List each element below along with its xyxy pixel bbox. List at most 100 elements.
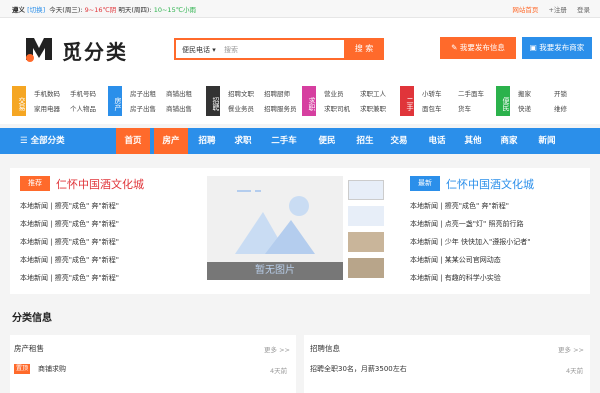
more-link-left[interactable]: 更多 >> bbox=[264, 344, 290, 354]
category-tag[interactable]: 房产 bbox=[108, 86, 122, 116]
tomorrow-temp: 10~15℃小雨 bbox=[153, 6, 197, 14]
category-tag[interactable]: 招聘 bbox=[206, 86, 220, 116]
publish-info-button[interactable]: ✎ 我要发布信息 bbox=[440, 37, 516, 59]
logo-text[interactable]: 觅分类 bbox=[62, 36, 128, 65]
image-slider[interactable]: 暂无图片 bbox=[207, 176, 343, 280]
category-link[interactable]: 营业员 bbox=[324, 88, 344, 98]
slider-thumb-2[interactable] bbox=[348, 206, 384, 226]
nav-item[interactable]: 房产 bbox=[154, 128, 188, 154]
category-link[interactable]: 求职兼职 bbox=[360, 103, 386, 113]
latest-news-item[interactable]: 本地新闻 | 某某公司官网动态 bbox=[410, 255, 501, 265]
category-group: 交易 手机数码 手机号码 家用电器 个人物品 bbox=[12, 86, 108, 116]
search-input[interactable]: 搜索 bbox=[224, 45, 238, 55]
nav-item[interactable]: 其他 bbox=[456, 128, 490, 154]
recommend-news-item[interactable]: 本地新闻 | 擦亮"成色" 奔"新程" bbox=[20, 273, 119, 283]
nav-item[interactable]: 首页 bbox=[116, 128, 150, 154]
latest-badge: 最新 bbox=[410, 176, 440, 191]
category-group: 招聘 招聘文职 招聘厨师 餐业务员 招聘服务员 bbox=[206, 86, 302, 116]
nav-item[interactable]: 求职 bbox=[226, 128, 260, 154]
category-link[interactable]: 货车 bbox=[458, 103, 471, 113]
category-link[interactable]: 求职工人 bbox=[360, 88, 386, 98]
recommend-news-item[interactable]: 本地新闻 | 擦亮"成色" 奔"新程" bbox=[20, 201, 119, 211]
category-link[interactable]: 面包车 bbox=[422, 103, 442, 113]
category-group: 房产 房子出租 商铺出租 房子出售 商铺出售 bbox=[108, 86, 204, 116]
slider-thumb-4[interactable] bbox=[348, 258, 384, 278]
city-name: 遵义 bbox=[12, 6, 25, 14]
latest-news-item[interactable]: 本地新闻 | 有趣的科学小实验 bbox=[410, 273, 501, 283]
category-link[interactable]: 房子出租 bbox=[130, 88, 156, 98]
list-title-right[interactable]: 招聘信息 bbox=[310, 343, 340, 354]
top-links: 网站首页 +注册 登录 bbox=[504, 4, 590, 14]
nav-item[interactable]: 招聘 bbox=[190, 128, 224, 154]
search-button[interactable]: 搜 索 bbox=[344, 38, 384, 60]
nav-item[interactable]: 电话 bbox=[420, 128, 454, 154]
nav-item[interactable]: 新闻 bbox=[530, 128, 564, 154]
category-link[interactable]: 招聘服务员 bbox=[264, 103, 297, 113]
latest-title[interactable]: 仁怀中国酒文化城 bbox=[446, 176, 534, 192]
category-link[interactable]: 求职司机 bbox=[324, 103, 350, 113]
nav-item[interactable]: 二手车 bbox=[264, 128, 304, 154]
nav-item[interactable]: 招生 bbox=[348, 128, 382, 154]
category-link[interactable]: 手机号码 bbox=[70, 88, 96, 98]
list-time-left: 4天前 bbox=[270, 367, 288, 375]
publish-merchant-button[interactable]: ▣ 我要发布商家 bbox=[522, 37, 592, 59]
category-link[interactable]: 二手面车 bbox=[458, 88, 484, 98]
latest-news-item[interactable]: 本地新闻 | 擦亮"成色" 奔"新程" bbox=[410, 201, 509, 211]
category-link[interactable]: 维修 bbox=[554, 103, 567, 113]
register-link[interactable]: +注册 bbox=[548, 6, 566, 14]
latest-news-item[interactable]: 本地新闻 | 点亮一盏"灯" 照亮前行路 bbox=[410, 219, 523, 229]
category-link[interactable]: 商铺出租 bbox=[166, 88, 192, 98]
category-link[interactable]: 快递 bbox=[518, 103, 531, 113]
category-group: 求职 营业员 求职工人 求职司机 求职兼职 bbox=[302, 86, 398, 116]
list-item-right[interactable]: 招聘全职30名，月薪3500左右 bbox=[310, 364, 407, 374]
more-link-right[interactable]: 更多 >> bbox=[558, 344, 584, 354]
top-badge: 置顶 bbox=[14, 364, 30, 374]
nav-item[interactable]: 商家 bbox=[492, 128, 526, 154]
category-tag[interactable]: 求职 bbox=[302, 86, 316, 116]
category-tag[interactable]: 便民 bbox=[496, 86, 510, 116]
category-group: 二手 小轿车 二手面车面包车 货车 bbox=[400, 86, 496, 116]
list-title-left[interactable]: 房产租售 bbox=[14, 343, 44, 354]
category-link[interactable]: 手机数码 bbox=[34, 88, 60, 98]
category-link[interactable]: 房子出售 bbox=[130, 103, 156, 113]
recommend-news-item[interactable]: 本地新闻 | 擦亮"成色" 奔"新程" bbox=[20, 255, 119, 265]
category-link[interactable]: 招聘文职 bbox=[228, 88, 254, 98]
logo-icon[interactable] bbox=[24, 34, 54, 62]
category-link[interactable]: 餐业务员 bbox=[228, 103, 254, 113]
recommend-news-item[interactable]: 本地新闻 | 擦亮"成色" 奔"新程" bbox=[20, 237, 119, 247]
nav-item[interactable]: 便民 bbox=[310, 128, 344, 154]
category-link[interactable]: 家用电器 bbox=[34, 103, 60, 113]
today-label: 今天(周三): bbox=[49, 6, 83, 14]
top-bar: 遵义 [切换] 今天(周三): 9~16℃阴 明天(周四): 10~15℃小雨 … bbox=[0, 0, 600, 18]
list-time-right: 4天前 bbox=[566, 367, 584, 375]
all-categories-button[interactable]: ☰ 全部分类 bbox=[20, 128, 65, 154]
today-temp: 9~16℃阴 bbox=[84, 6, 117, 14]
search-category-select[interactable]: 便民电话 ▾ bbox=[182, 45, 216, 55]
main-nav: ☰ 全部分类 首页 房产 招聘 求职 二手车 便民 招生 交易 电话 其他 商家 新闻 bbox=[0, 128, 600, 154]
weather-info: 遵义 [切换] 今天(周三): 9~16℃阴 明天(周四): 10~15℃小雨 bbox=[12, 4, 196, 14]
list-item-left[interactable]: 商铺求购 bbox=[38, 364, 66, 374]
category-link[interactable]: 开锁 bbox=[554, 88, 567, 98]
home-link[interactable]: 网站首页 bbox=[512, 6, 538, 14]
category-tag[interactable]: 二手 bbox=[400, 86, 414, 116]
slider-thumb-3[interactable] bbox=[348, 232, 384, 252]
recommend-badge: 推荐 bbox=[20, 176, 50, 191]
tomorrow-label: 明天(周四): bbox=[118, 6, 152, 14]
image-placeholder-icon bbox=[235, 190, 315, 254]
city-switch-link[interactable]: [切换] bbox=[27, 6, 45, 14]
slider-thumb-1[interactable] bbox=[348, 180, 384, 200]
recommend-news-item[interactable]: 本地新闻 | 擦亮"成色" 奔"新程" bbox=[20, 219, 119, 229]
category-link[interactable]: 个人物品 bbox=[70, 103, 96, 113]
category-link[interactable]: 商铺出售 bbox=[166, 103, 192, 113]
category-tag[interactable]: 交易 bbox=[12, 86, 26, 116]
category-link[interactable]: 搬家 bbox=[518, 88, 531, 98]
login-link[interactable]: 登录 bbox=[577, 6, 590, 14]
category-group: 便民 搬家 开锁快递 维修 bbox=[496, 86, 592, 116]
section-title: 分类信息 bbox=[12, 313, 52, 324]
recommend-title[interactable]: 仁怀中国酒文化城 bbox=[56, 176, 144, 192]
category-link[interactable]: 招聘厨师 bbox=[264, 88, 290, 98]
slider-caption-bar: 暂无图片 bbox=[207, 262, 343, 280]
category-link[interactable]: 小轿车 bbox=[422, 88, 442, 98]
latest-news-item[interactable]: 本地新闻 | 少年 快快加入"遵报小记者" bbox=[410, 237, 530, 247]
nav-item[interactable]: 交易 bbox=[382, 128, 416, 154]
